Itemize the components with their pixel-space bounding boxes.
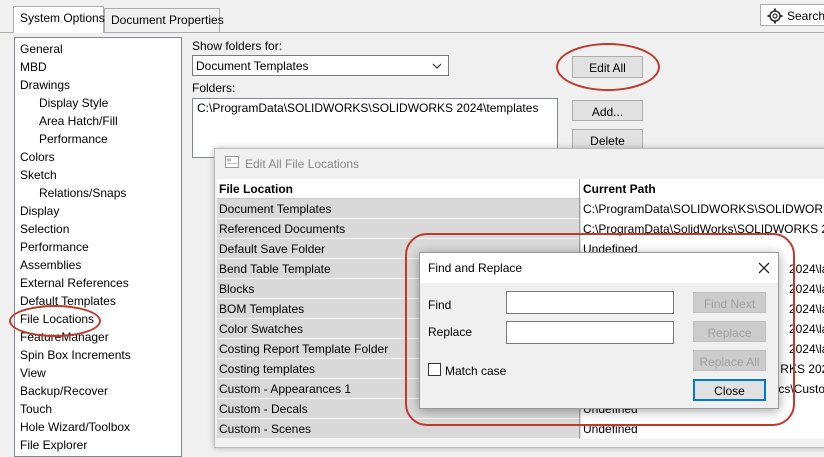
show-folders-value: Document Templates: [196, 59, 309, 73]
current-path-cell[interactable]: C:\ProgramData\SolidWorks\SOLIDWORKS 202…: [581, 219, 824, 239]
tree-item[interactable]: MBD: [20, 60, 47, 74]
find-label: Find: [428, 298, 452, 312]
show-folders-label: Show folders for:: [192, 39, 283, 53]
dialog-title: Find and Replace: [428, 261, 523, 275]
column-header-current-path[interactable]: Current Path: [581, 179, 824, 199]
chevron-down-icon: [432, 63, 442, 69]
search-label: Search: [787, 9, 824, 23]
file-location-cell[interactable]: Document Templates: [217, 199, 580, 219]
tab-label: Document Properties: [111, 13, 224, 27]
find-replace-dialog[interactable]: Find and Replace Find Replace Match case…: [419, 252, 779, 409]
match-case-checkbox[interactable]: [428, 363, 441, 376]
find-next-label: Find Next: [703, 297, 756, 311]
file-location-cell[interactable]: Referenced Documents: [217, 219, 580, 239]
replace-input[interactable]: [506, 321, 674, 344]
show-folders-select[interactable]: Document Templates: [192, 55, 449, 76]
match-case-label: Match case: [445, 364, 507, 378]
replace-button-label: Replace: [707, 326, 752, 340]
file-location-cell[interactable]: Custom - Scenes: [217, 419, 580, 439]
find-next-button[interactable]: Find Next: [693, 292, 766, 313]
tree-item[interactable]: Spin Box Increments: [20, 348, 131, 362]
tab-document-properties[interactable]: Document Properties: [104, 8, 224, 32]
tree-item[interactable]: Selection: [20, 222, 69, 236]
close-icon[interactable]: [754, 258, 774, 278]
grid-row[interactable]: Document Templates C:\ProgramData\SOLIDWO…: [217, 199, 824, 219]
tree-item[interactable]: Performance: [20, 240, 89, 254]
tab-divider: [0, 32, 824, 33]
replace-all-label: Replace All: [699, 355, 760, 369]
replace-button[interactable]: Replace: [693, 321, 766, 342]
gear-icon: [767, 8, 783, 24]
grid-header: File Location Current Path: [217, 179, 824, 199]
tree-item[interactable]: Backup/Recover: [20, 384, 108, 398]
add-label: Add...: [591, 105, 624, 119]
tree-item[interactable]: Assemblies: [20, 258, 81, 272]
current-path-cell[interactable]: C:\ProgramData\SOLIDWORKS\SOLIDWORKS 202…: [581, 199, 824, 219]
tree-item[interactable]: Area Hatch/Fill: [39, 114, 118, 128]
tree-item[interactable]: Default Templates: [20, 294, 116, 308]
tree-item[interactable]: Display: [20, 204, 59, 218]
tree-item[interactable]: View: [20, 366, 46, 380]
grid-row[interactable]: Referenced Documents C:\ProgramData\Solid…: [217, 219, 824, 239]
tree-item[interactable]: Relations/Snaps: [39, 186, 126, 200]
tree-item[interactable]: External References: [20, 276, 129, 290]
folders-label: Folders:: [192, 81, 236, 95]
column-header-file-location[interactable]: File Location: [217, 179, 580, 199]
tree-item[interactable]: Touch: [20, 402, 52, 416]
tree-item[interactable]: Hole Wizard/Toolbox: [20, 420, 130, 434]
tab-system-options[interactable]: System Options: [13, 6, 105, 33]
add-button[interactable]: Add...: [572, 100, 643, 121]
tree-item[interactable]: Drawings: [20, 78, 70, 92]
tree-item[interactable]: Performance: [39, 132, 108, 146]
tab-label: System Options: [20, 11, 105, 25]
window-app-icon: [225, 156, 239, 168]
folder-path-item[interactable]: C:\ProgramData\SOLIDWORKS\SOLIDWORKS 202…: [197, 101, 553, 115]
delete-label: Delete: [590, 134, 625, 148]
grid-row[interactable]: Custom - Scenes Undefined: [217, 419, 824, 439]
current-path-cell[interactable]: Undefined: [581, 419, 824, 439]
find-input[interactable]: [506, 291, 674, 314]
edit-all-button[interactable]: Edit All: [572, 56, 643, 78]
replace-all-button[interactable]: Replace All: [693, 350, 766, 371]
tree-item[interactable]: General: [20, 42, 63, 56]
tree-item[interactable]: Colors: [20, 150, 55, 164]
tree-item[interactable]: File Explorer: [20, 438, 87, 452]
replace-label: Replace: [428, 325, 473, 339]
delete-button[interactable]: Delete: [572, 129, 643, 150]
close-button-label: Close: [714, 384, 745, 398]
close-button[interactable]: Close: [693, 379, 766, 401]
tree-item[interactable]: File Locations: [20, 312, 94, 326]
edit-all-label: Edit All: [589, 61, 626, 75]
tree-item[interactable]: FeatureManager: [20, 330, 109, 344]
search-button[interactable]: Search: [760, 4, 824, 26]
window-title: Edit All File Locations: [245, 157, 360, 171]
tree-item[interactable]: Display Style: [39, 96, 108, 110]
options-tree[interactable]: General MBD Drawings Display Style Area Hatc…: [14, 37, 182, 457]
tree-item[interactable]: Sketch: [20, 168, 57, 182]
